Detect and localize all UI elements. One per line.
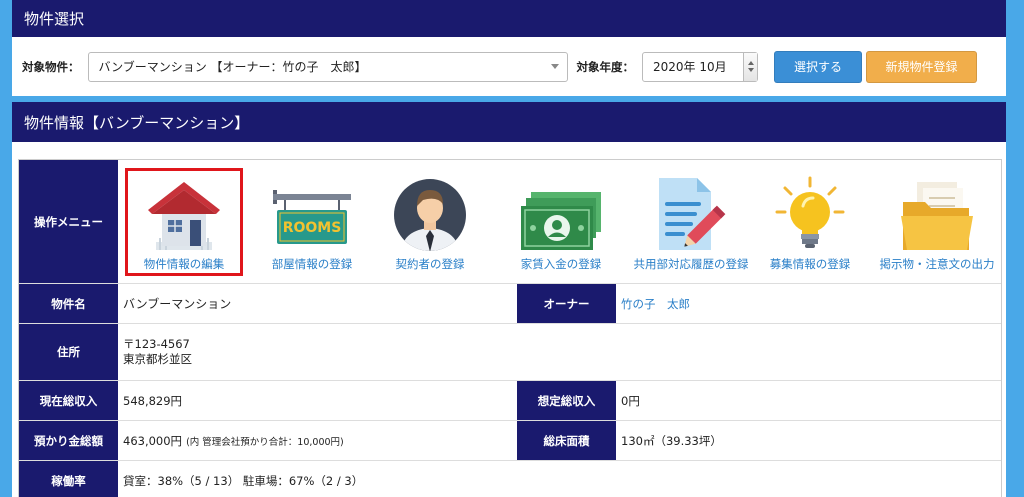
menu-register-recruitment[interactable]: 募集情報の登録	[742, 160, 878, 272]
menu-caption: 物件情報の編集	[143, 257, 225, 271]
owner-link[interactable]: 竹の子 太郎	[621, 296, 690, 312]
select-button[interactable]: 選択する	[774, 50, 862, 83]
menu-caption: 部屋情報の登録	[271, 257, 353, 271]
menu-caption: 家賃入金の登録	[520, 257, 602, 271]
expected-income-label: 想定総収入	[517, 381, 616, 420]
expected-income-value: 0円	[621, 393, 640, 408]
rooms-sign-text: ROOMS	[283, 220, 342, 236]
floor-area-label: 総床面積	[517, 421, 616, 460]
property-label: 対象物件：	[22, 59, 80, 74]
property-name-label: 物件名	[19, 284, 118, 323]
property-info-panel: 物件情報【バンブーマンション】 操作メニュー 物件情報の編集 ROOMS 部屋情…	[12, 102, 1006, 497]
operation-menu-row: 操作メニュー 物件情報の編集 ROOMS 部屋情報の登録 契約者の登録 家賃入金…	[19, 160, 1001, 284]
new-property-button[interactable]: 新規物件登録	[866, 50, 977, 83]
menu-label: 操作メニュー	[19, 160, 118, 283]
menu-register-rooms[interactable]: ROOMS 部屋情報の登録	[248, 160, 376, 272]
year-select[interactable]: 2020年 10月	[642, 51, 758, 82]
address-value: 東京都杉並区	[123, 352, 192, 366]
table-row: 住所 〒123-4567 東京都杉並区	[19, 324, 1001, 381]
table-row: 預かり金総額 463,000円 (内 管理会社預かり合計：10,000円) 総床…	[19, 421, 1001, 461]
person-icon	[393, 160, 467, 252]
table-row: 現在総収入 548,829円 想定総収入 0円	[19, 381, 1001, 421]
money-icon	[519, 160, 603, 252]
address-label: 住所	[19, 324, 118, 380]
spinner-arrows-icon	[743, 52, 757, 81]
property-select[interactable]: バンブーマンション 【オーナー：竹の子 太郎】	[87, 51, 568, 82]
year-select-value: 2020年 10月	[653, 60, 727, 74]
menu-output-notices[interactable]: 掲示物・注意文の出力	[868, 160, 1006, 272]
floor-area-value: 130㎡（39.33坪）	[621, 433, 722, 448]
occupancy-value: 貸室：38%（5 / 13） 駐車場：67%（2 / 3）	[123, 474, 364, 488]
year-label: 対象年度：	[576, 59, 635, 74]
document-pen-icon	[651, 160, 731, 252]
property-name-value: バンブーマンション	[123, 297, 232, 311]
rooms-sign-icon: ROOMS	[271, 160, 353, 252]
postal-code: 〒123-4567	[123, 337, 190, 351]
table-row: 物件名 バンブーマンション オーナー 竹の子 太郎	[19, 284, 1001, 324]
deposit-value: 463,000円	[123, 433, 183, 448]
menu-caption: 募集情報の登録	[769, 257, 851, 271]
menu-register-rent[interactable]: 家賃入金の登録	[497, 160, 625, 272]
menu-caption: 掲示物・注意文の出力	[879, 257, 995, 271]
property-selection-panel: 物件選択 対象物件： バンブーマンション 【オーナー：竹の子 太郎】 対象年度：…	[12, 0, 1006, 96]
menu-register-contractor[interactable]: 契約者の登録	[366, 160, 494, 272]
menu-edit-property[interactable]: 物件情報の編集	[120, 160, 248, 272]
occupancy-label: 稼働率	[19, 461, 118, 497]
folder-icon	[899, 160, 975, 252]
income-label: 現在総収入	[19, 381, 118, 420]
info-title: 物件情報【バンブーマンション】	[12, 102, 1006, 142]
menu-caption: 共用部対応履歴の登録	[633, 257, 749, 271]
property-select-value: バンブーマンション 【オーナー：竹の子 太郎】	[98, 60, 367, 74]
house-icon	[144, 160, 224, 252]
chevron-down-icon	[550, 63, 559, 69]
owner-label: オーナー	[517, 284, 616, 323]
lightbulb-icon	[775, 160, 845, 252]
deposit-label: 預かり金総額	[19, 421, 118, 460]
table-row: 稼働率 貸室：38%（5 / 13） 駐車場：67%（2 / 3）	[19, 461, 1001, 497]
deposit-note: (内 管理会社預かり合計：10,000円)	[186, 436, 344, 448]
operation-menu: 物件情報の編集 ROOMS 部屋情報の登録 契約者の登録 家賃入金の登録 共用部…	[118, 160, 1001, 283]
property-info-table: 操作メニュー 物件情報の編集 ROOMS 部屋情報の登録 契約者の登録 家賃入金…	[18, 159, 1002, 497]
selection-title: 物件選択	[12, 0, 1006, 37]
income-value: 548,829円	[123, 393, 183, 408]
menu-caption: 契約者の登録	[395, 257, 465, 271]
